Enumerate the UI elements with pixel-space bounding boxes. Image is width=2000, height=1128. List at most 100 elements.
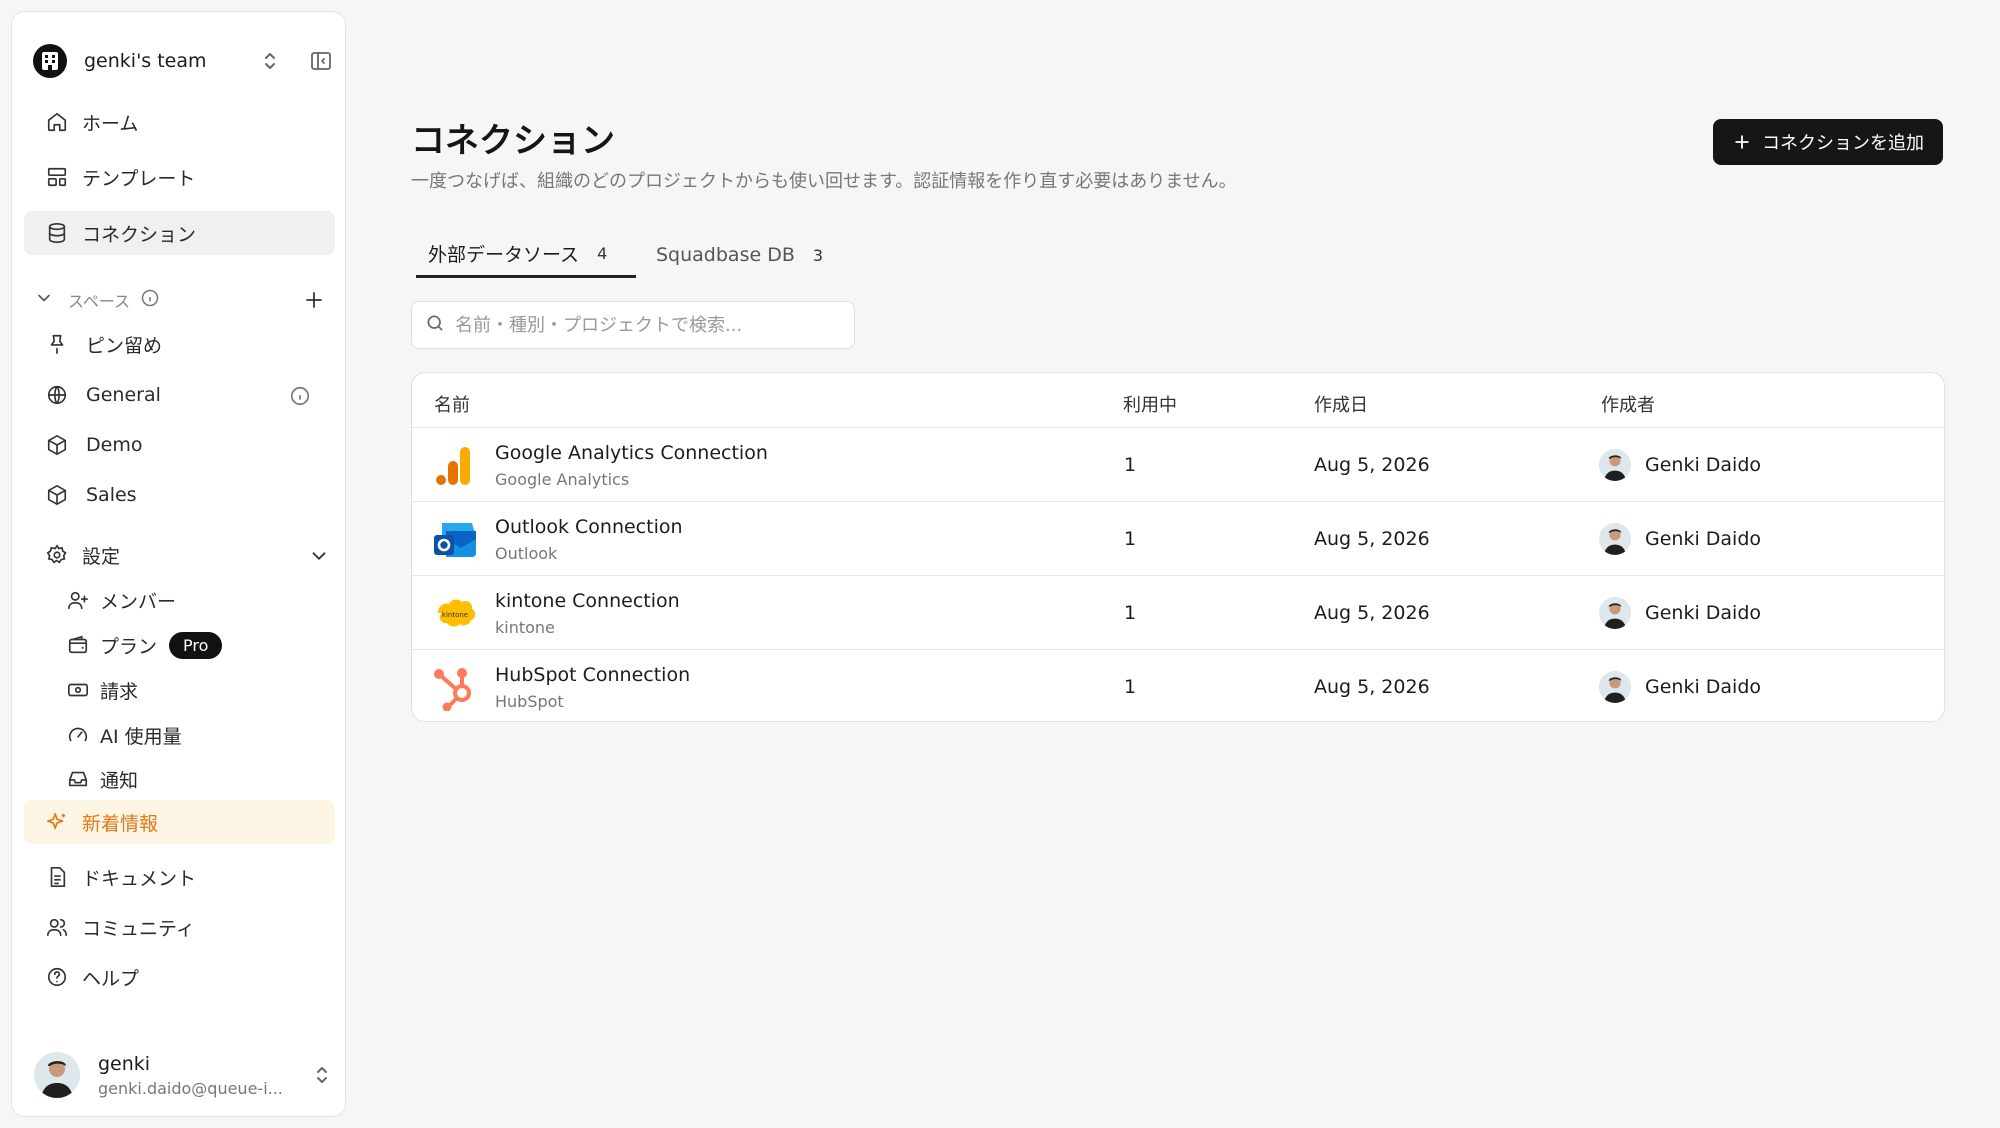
chevron-updown-icon[interactable] [258, 49, 282, 73]
connection-name[interactable]: HubSpot Connection [495, 664, 690, 686]
nav-help[interactable]: ヘルプ [24, 955, 335, 999]
svg-text:kintone: kintone [442, 611, 468, 619]
connection-type: Google Analytics [495, 470, 630, 489]
connection-name[interactable]: kintone Connection [495, 590, 680, 612]
team-switcher[interactable]: genki's team [33, 35, 331, 87]
table-row[interactable]: Google Analytics Connection Google Analy… [412, 428, 1944, 502]
info-icon[interactable] [140, 288, 160, 312]
settings-item-label: プラン [100, 635, 158, 658]
table-row[interactable]: Outlook Connection Outlook 1 Aug 5, 2026… [412, 502, 1944, 576]
connection-name[interactable]: Outlook Connection [495, 516, 683, 538]
nav-home-label: ホーム [82, 112, 139, 135]
inbox-icon [67, 768, 89, 790]
space-label: General [86, 384, 161, 406]
user-plus-icon [67, 589, 89, 611]
users-icon [46, 916, 68, 938]
nav-docs[interactable]: ドキュメント [24, 855, 335, 899]
wallet-icon [67, 634, 89, 656]
nav-settings[interactable]: 設定 [24, 533, 335, 577]
settings-item-label: AI 使用量 [100, 725, 182, 748]
column-header-name[interactable]: 名前 [434, 391, 470, 417]
settings-item-members[interactable]: メンバー [67, 582, 176, 618]
chevron-down-icon[interactable] [308, 545, 330, 567]
user-email: genki.daido@queue-i... [98, 1078, 283, 1098]
settings-item-ai-usage[interactable]: AI 使用量 [67, 717, 182, 753]
team-logo-icon [33, 44, 67, 78]
avatar [1599, 671, 1631, 703]
space-label: Demo [86, 434, 143, 456]
tab-label: Squadbase DB [656, 244, 795, 266]
chevron-down-icon[interactable] [34, 288, 54, 312]
in-use-count: 1 [1124, 602, 1137, 624]
space-label: ピン留め [86, 334, 163, 357]
template-icon [46, 166, 68, 188]
box-icon [46, 434, 68, 456]
connections-table: 名前 利用中 作成日 作成者 Google Analytics Connecti… [411, 372, 1945, 722]
kintone-logo: kintone [432, 591, 478, 637]
settings-item-plan[interactable]: プラン Pro [67, 627, 223, 663]
connection-type: kintone [495, 618, 555, 637]
nav-home[interactable]: ホーム [24, 100, 335, 144]
user-menu[interactable]: genki genki.daido@queue-i... [34, 1047, 334, 1103]
google-analytics-logo [432, 443, 478, 489]
pin-icon [46, 333, 68, 355]
space-label: Sales [86, 484, 137, 506]
tab-count: 4 [597, 244, 608, 263]
column-header-created[interactable]: 作成日 [1314, 391, 1368, 417]
settings-item-notifications[interactable]: 通知 [67, 761, 138, 797]
plus-icon [1732, 132, 1752, 152]
space-item-pinned[interactable]: ピン留め [24, 322, 335, 366]
connection-name[interactable]: Google Analytics Connection [495, 442, 768, 464]
nav-templates[interactable]: テンプレート [24, 155, 335, 199]
nav-community[interactable]: コミュニティ [24, 905, 335, 949]
nav-connections[interactable]: コネクション [24, 211, 335, 255]
space-item-sales[interactable]: Sales [24, 473, 335, 517]
add-space-icon[interactable] [302, 288, 326, 312]
gear-icon [46, 544, 68, 566]
creator: Genki Daido [1599, 523, 1761, 555]
team-name: genki's team [84, 50, 207, 72]
chevron-updown-icon[interactable] [310, 1063, 334, 1087]
column-header-creator[interactable]: 作成者 [1601, 391, 1655, 417]
table-row[interactable]: kintone kintone Connection kintone 1 Aug… [412, 576, 1944, 650]
creator-name: Genki Daido [1645, 454, 1762, 476]
in-use-count: 1 [1124, 528, 1137, 550]
document-icon [46, 866, 68, 888]
spaces-section-header[interactable]: スペース [34, 285, 330, 315]
home-icon [46, 111, 68, 133]
gauge-icon [67, 724, 89, 746]
add-connection-button[interactable]: コネクションを追加 [1713, 119, 1943, 165]
avatar [34, 1052, 80, 1098]
search-icon [425, 313, 445, 337]
box-icon [46, 484, 68, 506]
sparkle-icon [46, 811, 68, 833]
help-circle-icon [46, 966, 68, 988]
sidebar: genki's team ホーム テンプレート コネクション スペース ピン留め… [11, 11, 346, 1117]
sidebar-collapse-icon[interactable] [309, 49, 333, 73]
settings-item-billing[interactable]: 請求 [67, 672, 138, 708]
user-name: genki [98, 1052, 151, 1075]
search-input[interactable] [455, 314, 835, 336]
tab-squadbase-db[interactable]: Squadbase DB 3 [656, 232, 856, 278]
nav-community-label: コミュニティ [82, 917, 195, 940]
nav-help-label: ヘルプ [82, 967, 140, 990]
avatar [1599, 597, 1631, 629]
tab-label: 外部データソース [428, 244, 580, 266]
tab-external-sources[interactable]: 外部データソース 4 [416, 232, 636, 278]
nav-news[interactable]: 新着情報 [24, 800, 335, 844]
creator-name: Genki Daido [1645, 602, 1762, 624]
creator: Genki Daido [1599, 449, 1761, 481]
connection-type: HubSpot [495, 692, 564, 711]
table-row[interactable]: HubSpot Connection HubSpot 1 Aug 5, 2026… [412, 650, 1944, 721]
creator-name: Genki Daido [1645, 528, 1762, 550]
creator: Genki Daido [1599, 597, 1761, 629]
tab-count: 3 [812, 245, 824, 265]
created-date: Aug 5, 2026 [1314, 454, 1430, 476]
column-header-in-use[interactable]: 利用中 [1123, 391, 1177, 417]
nav-connections-label: コネクション [82, 223, 197, 246]
space-item-demo[interactable]: Demo [24, 423, 335, 467]
page-description: 一度つなげば、組織のどのプロジェクトからも使い回せます。認証情報を作り直す必要は… [411, 171, 1237, 192]
search-box[interactable] [411, 301, 855, 349]
hubspot-logo [432, 665, 478, 712]
info-icon[interactable] [289, 385, 311, 407]
